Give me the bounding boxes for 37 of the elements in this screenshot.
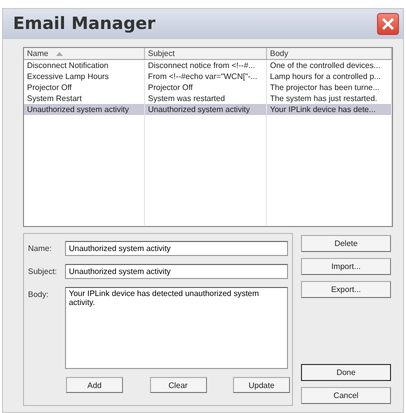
field-label: Name: <box>28 243 53 253</box>
table-cell: One of the controlled devices... <box>267 60 392 71</box>
field-label: Subject: <box>28 266 58 276</box>
table-row[interactable]: Disconnect Notification Disconnect notice from <!--#... One of the controlled devices... <box>24 60 392 71</box>
side-button[interactable]: Import... <box>301 258 391 275</box>
column-header[interactable]: Subject <box>145 48 267 59</box>
table-cell: Unauthorized system activity <box>24 104 145 115</box>
dialog-button[interactable]: Cancel <box>301 387 391 404</box>
table-cell: Excessive Lamp Hours <box>24 71 145 82</box>
column-header[interactable]: Body <box>267 48 392 59</box>
side-button[interactable]: Export... <box>301 281 391 298</box>
table-cell: Disconnect Notification <box>24 60 145 71</box>
table-cell: Projector Off <box>145 82 267 93</box>
table-row[interactable]: Projector Off Projector Off The projector has been turne... <box>24 82 392 93</box>
close-button[interactable] <box>377 13 399 35</box>
dialog-button[interactable]: Done <box>301 364 391 381</box>
table-cell: Projector Off <box>24 82 145 93</box>
body-field[interactable]: Your IPLink device has detected unauthorized system activity. <box>64 287 288 369</box>
table-row[interactable]: Excessive Lamp Hours From <!--#echo var="WCN["-... Lamp hours for a controlled p... <box>24 71 392 82</box>
form-button[interactable]: Add <box>66 377 123 393</box>
close-icon <box>382 18 394 30</box>
table-row[interactable]: Unauthorized system activity Unauthorized system activity Your IPLink device has dete... <box>24 104 392 115</box>
window-title: Email Manager <box>13 14 156 34</box>
sort-arrow-icon <box>56 52 64 56</box>
name-field[interactable]: Unauthorized system activity <box>64 241 288 256</box>
table-cell: From <!--#echo var="WCN["-... <box>145 71 267 82</box>
side-button[interactable]: Delete <box>301 235 391 252</box>
form-button[interactable]: Update <box>233 377 290 393</box>
column-header[interactable]: Name <box>24 48 145 59</box>
table-cell: The projector has been turne... <box>267 82 392 93</box>
field-label: Body: <box>28 289 50 299</box>
form-button[interactable]: Clear <box>150 377 206 393</box>
table-cell: Unauthorized system activity <box>145 104 267 115</box>
table-cell: Lamp hours for a controlled p... <box>267 71 392 82</box>
table-cell: Disconnect notice from <!--#... <box>145 60 267 71</box>
table-cell: Your IPLink device has dete... <box>267 104 392 115</box>
subject-field[interactable]: Unauthorized system activity <box>64 264 288 279</box>
